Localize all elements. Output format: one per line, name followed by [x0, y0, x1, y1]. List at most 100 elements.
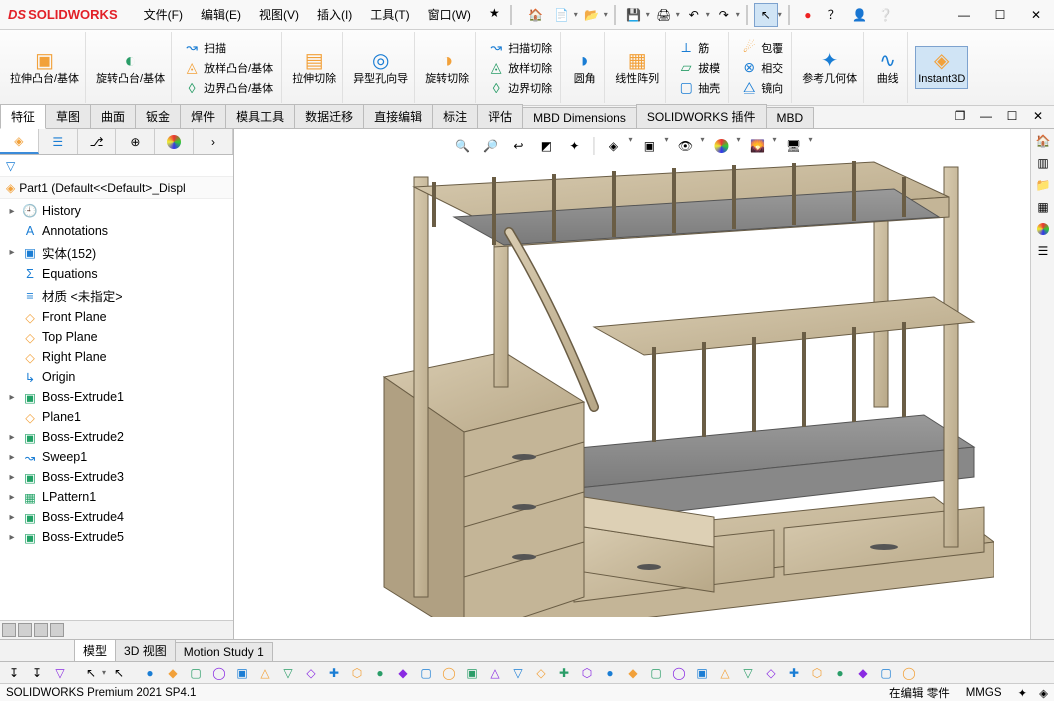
sketch-tool-26[interactable]: ▽ — [738, 663, 758, 683]
tab-weld[interactable]: 焊件 — [180, 104, 226, 128]
alert-icon[interactable]: ● — [796, 3, 820, 27]
select-icon[interactable]: ↖ — [754, 3, 778, 27]
tab-datamig[interactable]: 数据迁移 — [294, 104, 364, 128]
fm-tab-more[interactable]: › — [194, 129, 233, 154]
sketch-tool-32[interactable]: ▢ — [876, 663, 896, 683]
tab-motion[interactable]: Motion Study 1 — [175, 642, 273, 661]
twisty-icon[interactable]: ▸ — [6, 492, 18, 503]
linear-pattern-button[interactable]: ▦ 线性阵列 — [613, 47, 661, 88]
revolve-boss-button[interactable]: ◐ 旋转凸台/基体 — [94, 47, 167, 88]
fm-tab-display[interactable] — [155, 129, 194, 154]
tree-node-12[interactable]: ▸↝Sweep1 — [4, 447, 233, 467]
tab-3dview[interactable]: 3D 视图 — [115, 639, 176, 661]
sketch-tool-29[interactable]: ⬡ — [807, 663, 827, 683]
taskpane-view-icon[interactable]: ▦ — [1033, 197, 1053, 217]
fillet-button[interactable]: ◗ 圆角 — [571, 47, 599, 88]
curves-button[interactable]: ∿ 曲线 — [874, 47, 902, 88]
hole-wizard-button[interactable]: ◎ 异型孔向导 — [351, 47, 410, 88]
sketch-tool-19[interactable]: ⬡ — [577, 663, 597, 683]
sketch-tool-4[interactable]: ▣ — [232, 663, 252, 683]
menu-view[interactable]: 视图(V) — [253, 2, 305, 27]
mirror-button[interactable]: ⧋镜向 — [737, 79, 787, 97]
tree-node-16[interactable]: ▸▣Boss-Extrude5 — [4, 527, 233, 547]
sketch-tool-21[interactable]: ◆ — [623, 663, 643, 683]
notes-icon[interactable]: ？ — [822, 3, 846, 27]
save-icon[interactable]: 💾 — [622, 3, 646, 27]
smart-dim-icon[interactable]: ↧ — [4, 663, 24, 683]
doc-maximize-icon[interactable]: ☐ — [1000, 104, 1024, 128]
boundary-button[interactable]: ◊边界凸台/基体 — [180, 79, 277, 97]
menu-window[interactable]: 窗口(W) — [422, 2, 477, 27]
help-icon[interactable]: ❔ — [874, 3, 898, 27]
tree-node-6[interactable]: ◇Top Plane — [4, 327, 233, 347]
status-cog-icon[interactable]: ◈ — [1039, 686, 1048, 700]
tab-mbd-dim[interactable]: MBD Dimensions — [522, 107, 637, 128]
taskpane-lib-icon[interactable]: ▥ — [1033, 153, 1053, 173]
draft-button[interactable]: ▱拔模 — [674, 59, 724, 77]
select-filter-icon[interactable]: ▽ — [50, 663, 70, 683]
taskpane-home-icon[interactable]: 🏠 — [1033, 131, 1053, 151]
sketch-tool-6[interactable]: ▽ — [278, 663, 298, 683]
extrude-boss-button[interactable]: ▣ 拉伸凸台/基体 — [8, 47, 81, 88]
twisty-icon[interactable]: ▸ — [6, 472, 18, 483]
filter-icon[interactable]: ▽ — [6, 159, 15, 173]
sketch-tool-3[interactable]: ◯ — [209, 663, 229, 683]
sketch-tool-18[interactable]: ✚ — [554, 663, 574, 683]
sketch-tool-9[interactable]: ⬡ — [347, 663, 367, 683]
user-icon[interactable]: 👤 — [848, 3, 872, 27]
sketch-tool-5[interactable]: △ — [255, 663, 275, 683]
refgeo-button[interactable]: ✦ 参考几何体 — [800, 47, 859, 88]
sketch-tool-1[interactable]: ◆ — [163, 663, 183, 683]
sketch-tool-23[interactable]: ◯ — [669, 663, 689, 683]
menu-file[interactable]: 文件(F) — [138, 2, 189, 27]
fm-tab-property[interactable]: ☰ — [39, 129, 78, 154]
sketch-tool-33[interactable]: ◯ — [899, 663, 919, 683]
twisty-icon[interactable]: ▸ — [6, 512, 18, 523]
tree-node-4[interactable]: ≡材质 <未指定> — [4, 284, 233, 307]
loft-button[interactable]: ◬放样凸台/基体 — [180, 59, 277, 77]
fm-tab-config[interactable]: ⎇ — [78, 129, 117, 154]
taskpane-folder-icon[interactable]: 📁 — [1033, 175, 1053, 195]
loft-cut-button[interactable]: ◬放样切除 — [484, 59, 556, 77]
sketch-tool-0[interactable]: ● — [140, 663, 160, 683]
tab-sheetmetal[interactable]: 钣金 — [135, 104, 181, 128]
nav-btn-2[interactable] — [18, 623, 32, 637]
doc-restore-icon[interactable]: ❐ — [948, 104, 972, 128]
cut-extrude-button[interactable]: ▤ 拉伸切除 — [290, 47, 338, 88]
sketch-tool-25[interactable]: △ — [715, 663, 735, 683]
sketch-tool-17[interactable]: ◇ — [531, 663, 551, 683]
cut-revolve-button[interactable]: ◑ 旋转切除 — [423, 47, 471, 88]
sketch-tool-28[interactable]: ✚ — [784, 663, 804, 683]
fm-tab-dim[interactable]: ⊕ — [116, 129, 155, 154]
sketch-tool-13[interactable]: ◯ — [439, 663, 459, 683]
feature-tree[interactable]: ▸🕘HistoryAAnnotations▸▣实体(152)ΣEquations… — [0, 199, 233, 620]
tree-node-2[interactable]: ▸▣实体(152) — [4, 241, 233, 264]
twisty-icon[interactable]: ▸ — [6, 532, 18, 543]
sketch-tool-31[interactable]: ◆ — [853, 663, 873, 683]
nav-btn-4[interactable] — [50, 623, 64, 637]
menu-edit[interactable]: 编辑(E) — [195, 2, 247, 27]
fm-part-header[interactable]: ◈ Part1 (Default<<Default>_Displ — [0, 177, 233, 199]
wrap-button[interactable]: ☄包覆 — [737, 39, 787, 57]
tree-node-8[interactable]: ↳Origin — [4, 367, 233, 387]
tree-node-10[interactable]: ◇Plane1 — [4, 407, 233, 427]
sketch-tool-12[interactable]: ▢ — [416, 663, 436, 683]
sketch-tool-16[interactable]: ▽ — [508, 663, 528, 683]
tab-directedit[interactable]: 直接编辑 — [363, 104, 433, 128]
tree-node-11[interactable]: ▸▣Boss-Extrude2 — [4, 427, 233, 447]
maximize-icon[interactable]: ☐ — [982, 1, 1018, 29]
twisty-icon[interactable]: ▸ — [6, 432, 18, 443]
doc-minimize-icon[interactable]: — — [974, 104, 998, 128]
sketch-tool-22[interactable]: ▢ — [646, 663, 666, 683]
tree-node-0[interactable]: ▸🕘History — [4, 201, 233, 221]
taskpane-appearance-icon[interactable] — [1033, 219, 1053, 239]
tree-node-9[interactable]: ▸▣Boss-Extrude1 — [4, 387, 233, 407]
sweep-button[interactable]: ↝扫描 — [180, 39, 277, 57]
tree-node-13[interactable]: ▸▣Boss-Extrude3 — [4, 467, 233, 487]
rib-button[interactable]: ⟂筋 — [674, 39, 724, 57]
sketch-tool-15[interactable]: △ — [485, 663, 505, 683]
twisty-icon[interactable]: ▸ — [6, 206, 18, 217]
intersect-button[interactable]: ⊗相交 — [737, 59, 787, 77]
graphics-area[interactable]: 🔍 🔎 ↩ ◩ ✦ ◈▾ ▣▾ 👁▾ ▾ 🌄▾ 🖥▾ — [234, 129, 1030, 639]
sweep-cut-button[interactable]: ↝扫描切除 — [484, 39, 556, 57]
